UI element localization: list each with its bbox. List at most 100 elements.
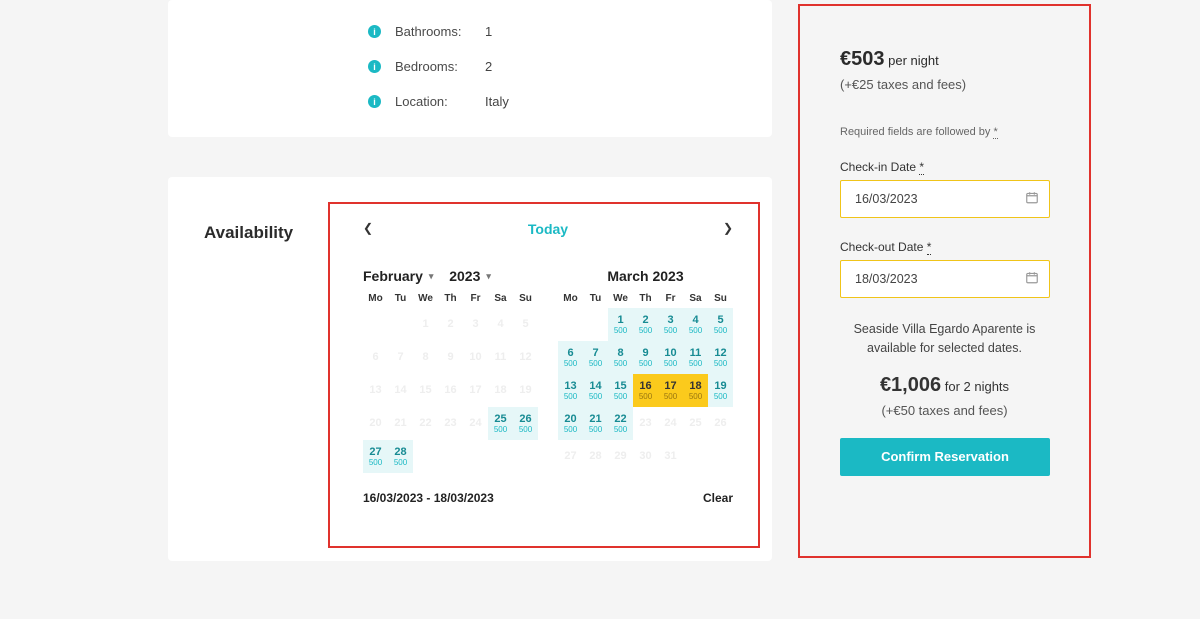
calendar-day: 24 bbox=[658, 407, 683, 440]
calendar-day[interactable]: 3500 bbox=[658, 308, 683, 341]
price-amount: €503 bbox=[840, 48, 885, 70]
calendar-day[interactable]: 26500 bbox=[513, 407, 538, 440]
calendar-day: 18 bbox=[488, 374, 513, 407]
calendar-month-2: March 2023 MoTuWeThFrSaSu 15002500350045… bbox=[558, 263, 733, 473]
availability-message: Seaside Villa Egardo Aparente is availab… bbox=[840, 320, 1049, 358]
calendar-day[interactable]: 2500 bbox=[633, 308, 658, 341]
calendar-day: 2 bbox=[438, 308, 463, 341]
booking-panel: €503 per night (+€25 taxes and fees) Req… bbox=[798, 4, 1091, 512]
availability-title: Availability bbox=[204, 223, 293, 243]
month-selector[interactable]: February▾ 2023▾ bbox=[363, 263, 538, 289]
calendar-day[interactable]: 4500 bbox=[683, 308, 708, 341]
month-year: 2023 bbox=[449, 268, 480, 284]
calendar-day: 5 bbox=[513, 308, 538, 341]
required-fields-note: Required fields are followed by * bbox=[840, 126, 1049, 138]
detail-row-bedrooms: i Bedrooms: 2 bbox=[368, 49, 572, 84]
total-price: €1,006 for 2 nights bbox=[840, 374, 1049, 397]
dow-label: Fr bbox=[463, 289, 488, 308]
detail-value: 2 bbox=[485, 59, 492, 74]
calendar-day[interactable]: 8500 bbox=[608, 341, 633, 374]
calendar-day[interactable]: 13500 bbox=[558, 374, 583, 407]
checkout-value: 18/03/2023 bbox=[855, 272, 918, 286]
calendar-next-button[interactable]: ❯ bbox=[723, 221, 733, 235]
info-icon: i bbox=[368, 60, 381, 73]
calendar-prev-button[interactable]: ❮ bbox=[363, 221, 373, 235]
calendar-day: 17 bbox=[463, 374, 488, 407]
calendar-day: 11 bbox=[488, 341, 513, 374]
calendar-day: 21 bbox=[388, 407, 413, 440]
detail-label: Location: bbox=[395, 94, 485, 109]
dow-label: Mo bbox=[558, 289, 583, 308]
calendar-today-button[interactable]: Today bbox=[528, 221, 568, 237]
calendar-day[interactable]: 17500 bbox=[658, 374, 683, 407]
calendar-day[interactable]: 12500 bbox=[708, 341, 733, 374]
calendar-day: 9 bbox=[438, 341, 463, 374]
calendar-month-1: February▾ 2023▾ MoTuWeThFrSaSu 123456789… bbox=[363, 263, 538, 473]
price-unit: per night bbox=[885, 53, 939, 68]
calendar-day[interactable]: 10500 bbox=[658, 341, 683, 374]
calendar-day[interactable]: 18500 bbox=[683, 374, 708, 407]
calendar-day: 10 bbox=[463, 341, 488, 374]
calendar-day[interactable]: 1500 bbox=[608, 308, 633, 341]
dow-label: Th bbox=[633, 289, 658, 308]
dow-label: Th bbox=[438, 289, 463, 308]
calendar-day[interactable]: 22500 bbox=[608, 407, 633, 440]
calendar-day: 23 bbox=[438, 407, 463, 440]
month-name: March 2023 bbox=[607, 268, 683, 284]
total-unit: for 2 nights bbox=[941, 379, 1009, 394]
calendar-day[interactable]: 11500 bbox=[683, 341, 708, 374]
month-title: March 2023 bbox=[558, 263, 733, 289]
calendar-day[interactable]: 27500 bbox=[363, 440, 388, 473]
calendar-day[interactable]: 14500 bbox=[583, 374, 608, 407]
calendar-day: 1 bbox=[413, 308, 438, 341]
detail-value: Italy bbox=[485, 94, 509, 109]
calendar-day: 24 bbox=[463, 407, 488, 440]
calendar-day[interactable]: 15500 bbox=[608, 374, 633, 407]
calendar-day[interactable]: 9500 bbox=[633, 341, 658, 374]
checkout-label: Check-out Date * bbox=[840, 240, 1049, 254]
calendar-day[interactable]: 25500 bbox=[488, 407, 513, 440]
detail-row-bathrooms: i Bathrooms: 1 bbox=[368, 14, 572, 49]
calendar-day[interactable]: 28500 bbox=[388, 440, 413, 473]
calendar-day[interactable]: 19500 bbox=[708, 374, 733, 407]
calendar-day[interactable]: 7500 bbox=[583, 341, 608, 374]
calendar-day: 8 bbox=[413, 341, 438, 374]
calendar-day: 15 bbox=[413, 374, 438, 407]
property-details-card: i Bathrooms: 1 i Bedrooms: 2 i Location:… bbox=[168, 0, 772, 137]
calendar-day: 6 bbox=[363, 341, 388, 374]
checkout-input[interactable]: 18/03/2023 bbox=[840, 260, 1050, 298]
chevron-down-icon: ▾ bbox=[486, 271, 491, 282]
detail-label: Bathrooms: bbox=[395, 24, 485, 39]
calendar-day[interactable]: 20500 bbox=[558, 407, 583, 440]
dow-label: Sa bbox=[488, 289, 513, 308]
detail-label: Bedrooms: bbox=[395, 59, 485, 74]
calendar-day: 26 bbox=[708, 407, 733, 440]
calendar-day: 30 bbox=[633, 440, 658, 473]
detail-row-location: i Location: Italy bbox=[368, 84, 572, 119]
calendar-day[interactable]: 16500 bbox=[633, 374, 658, 407]
detail-value: 1 bbox=[485, 24, 492, 39]
calendar-day: 12 bbox=[513, 341, 538, 374]
calendar-day[interactable]: 5500 bbox=[708, 308, 733, 341]
info-icon: i bbox=[368, 25, 381, 38]
chevron-down-icon: ▾ bbox=[429, 271, 434, 282]
calendar-day[interactable]: 6500 bbox=[558, 341, 583, 374]
calendar-day: 16 bbox=[438, 374, 463, 407]
calendar-day: 25 bbox=[683, 407, 708, 440]
clear-selection-button[interactable]: Clear bbox=[703, 491, 733, 505]
calendar-day: 14 bbox=[388, 374, 413, 407]
calendar-icon bbox=[1025, 191, 1039, 208]
calendar-day: 20 bbox=[363, 407, 388, 440]
taxes-note: (+€25 taxes and fees) bbox=[840, 77, 1049, 92]
confirm-reservation-button[interactable]: Confirm Reservation bbox=[840, 438, 1050, 476]
calendar-icon bbox=[1025, 271, 1039, 288]
calendar-day: 22 bbox=[413, 407, 438, 440]
dow-label: Tu bbox=[583, 289, 608, 308]
calendar: ❮ Today ❯ February▾ 2023▾ MoTuWeThFrSaSu… bbox=[363, 221, 733, 505]
calendar-day[interactable]: 21500 bbox=[583, 407, 608, 440]
total-taxes-note: (+€50 taxes and fees) bbox=[840, 403, 1049, 418]
checkin-input[interactable]: 16/03/2023 bbox=[840, 180, 1050, 218]
calendar-day: 27 bbox=[558, 440, 583, 473]
dow-label: Su bbox=[708, 289, 733, 308]
dow-label: Su bbox=[513, 289, 538, 308]
